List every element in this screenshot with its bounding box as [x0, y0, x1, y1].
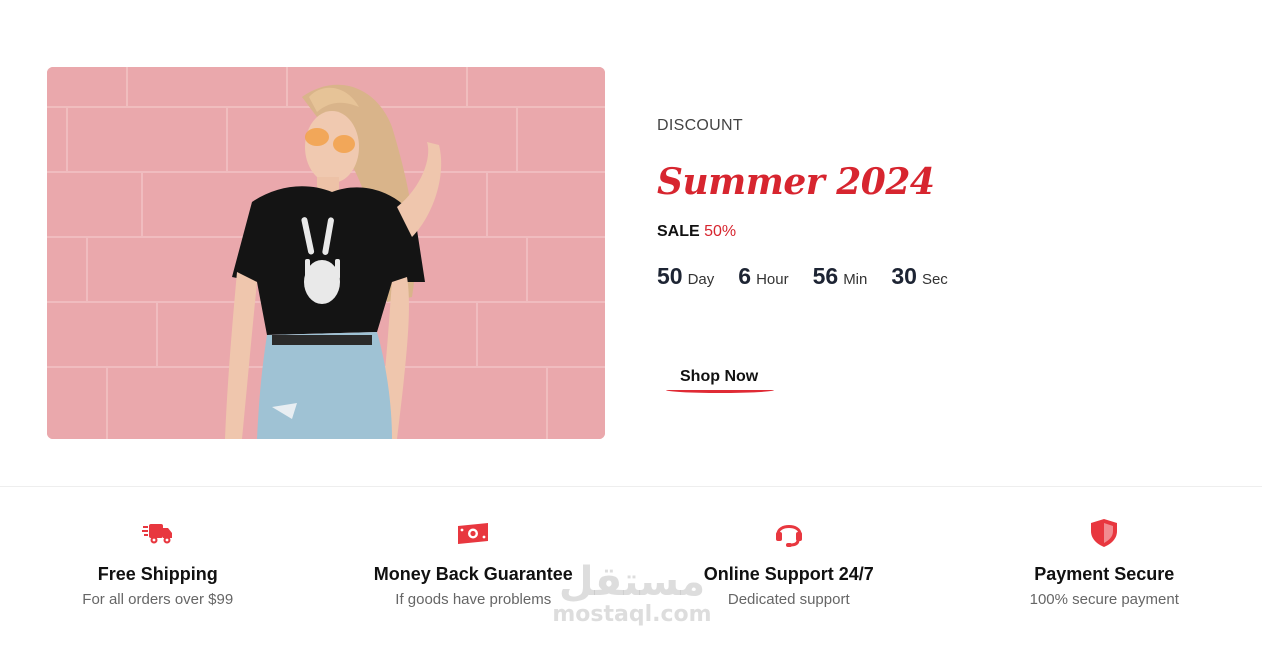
hero-image — [47, 67, 605, 439]
headset-icon — [772, 518, 806, 548]
feature-free-shipping: Free Shipping For all orders over $99 — [0, 500, 316, 640]
countdown-timer: 50 Day 6 Hour 56 Min 30 Sec — [657, 263, 972, 290]
countdown-unit: Hour — [756, 271, 789, 288]
feature-payment-secure: Payment Secure 100% secure payment — [947, 500, 1262, 640]
feature-description: 100% secure payment — [1029, 591, 1179, 608]
feature-description: For all orders over $99 — [82, 591, 234, 608]
countdown-unit: Day — [687, 271, 715, 288]
promo-details: DISCOUNT Summer 2024 SALE 50% 50 Day 6 H… — [657, 117, 972, 290]
button-underline — [666, 387, 774, 393]
countdown-value: 50 — [657, 263, 683, 289]
countdown-seconds: 30 Sec — [891, 263, 947, 290]
countdown-value: 56 — [812, 263, 839, 289]
countdown-value: 30 — [891, 263, 917, 289]
truck-icon — [141, 518, 175, 548]
countdown-unit: Sec — [921, 271, 948, 288]
countdown-days: 50 Day — [657, 263, 714, 290]
promo-title: Summer 2024 — [657, 161, 935, 203]
shop-now-label: Shop Now — [680, 367, 759, 385]
shop-now-button[interactable]: Shop Now — [666, 354, 774, 394]
watermark: مستقل mostaql.com — [552, 560, 712, 627]
countdown-minutes: 56 Min — [813, 263, 868, 290]
watermark-arabic: مستقل — [558, 559, 706, 605]
sale-line: SALE 50% — [657, 223, 972, 241]
sale-percent: 50% — [704, 223, 737, 240]
countdown-hours: 6 Hour — [738, 263, 788, 290]
money-icon — [456, 518, 490, 548]
countdown-unit: Min — [843, 271, 868, 288]
sale-label: SALE — [657, 223, 700, 240]
feature-title: Payment Secure — [1034, 564, 1175, 584]
shield-icon — [1087, 518, 1121, 548]
watermark-latin: mostaql.com — [552, 602, 712, 627]
promo-banner: DISCOUNT Summer 2024 SALE 50% 50 Day 6 H… — [0, 0, 1262, 486]
promo-eyebrow: DISCOUNT — [657, 117, 743, 134]
countdown-value: 6 — [738, 263, 752, 289]
feature-title: Free Shipping — [97, 564, 218, 584]
section-divider — [0, 486, 1262, 487]
